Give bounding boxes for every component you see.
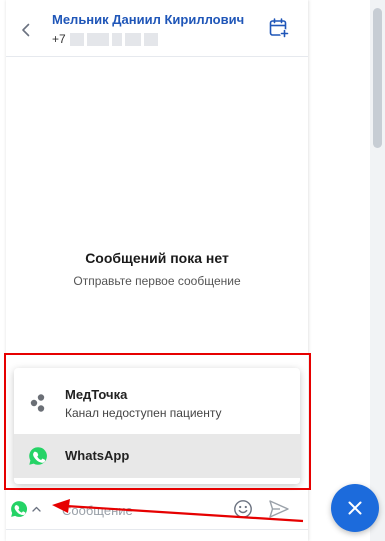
composer-divider [6,529,308,530]
chevron-left-icon [22,23,30,37]
calendar-add-button[interactable] [268,17,290,39]
send-icon [269,500,289,518]
channel-option-sublabel: Канал недоступен пациенту [65,406,222,420]
page: Мельник Даниил Кириллович +7 Сообщений п… [0,0,385,541]
whatsapp-icon [29,447,47,465]
channel-dropdown-menu: МедТочка Канал недоступен пациенту Whats… [14,368,300,484]
phone-number-masked [69,32,158,46]
close-icon [348,501,362,515]
send-button[interactable] [268,499,290,519]
phone-prefix: +7 [52,32,66,46]
channel-option-medtochka[interactable]: МедТочка Канал недоступен пациенту [14,368,300,434]
chat-header [6,0,308,57]
channel-option-label: МедТочка [65,387,128,402]
channel-option-label: WhatsApp [65,448,130,463]
empty-state-subtitle: Отправьте первое сообщение [73,274,241,288]
channel-option-whatsapp[interactable]: WhatsApp [14,434,300,478]
emoji-button[interactable] [233,499,253,519]
chevron-up-icon [32,506,41,512]
empty-state-title: Сообщений пока нет [85,250,229,266]
emoji-smile-icon [234,500,252,518]
channel-selector-button[interactable] [10,497,50,521]
message-input[interactable] [60,496,224,524]
back-button[interactable] [16,20,36,40]
whatsapp-icon [11,501,28,517]
contact-name: Мельник Даниил Кириллович [52,12,245,27]
calendar-plus-icon [269,18,289,38]
medtochka-icon [30,394,45,412]
empty-state: Сообщений пока нет Отправьте первое сооб… [6,250,308,288]
page-scrollbar-thumb[interactable] [373,8,382,148]
close-chat-fab[interactable] [331,484,379,532]
contact-phone: +7 [52,32,158,46]
